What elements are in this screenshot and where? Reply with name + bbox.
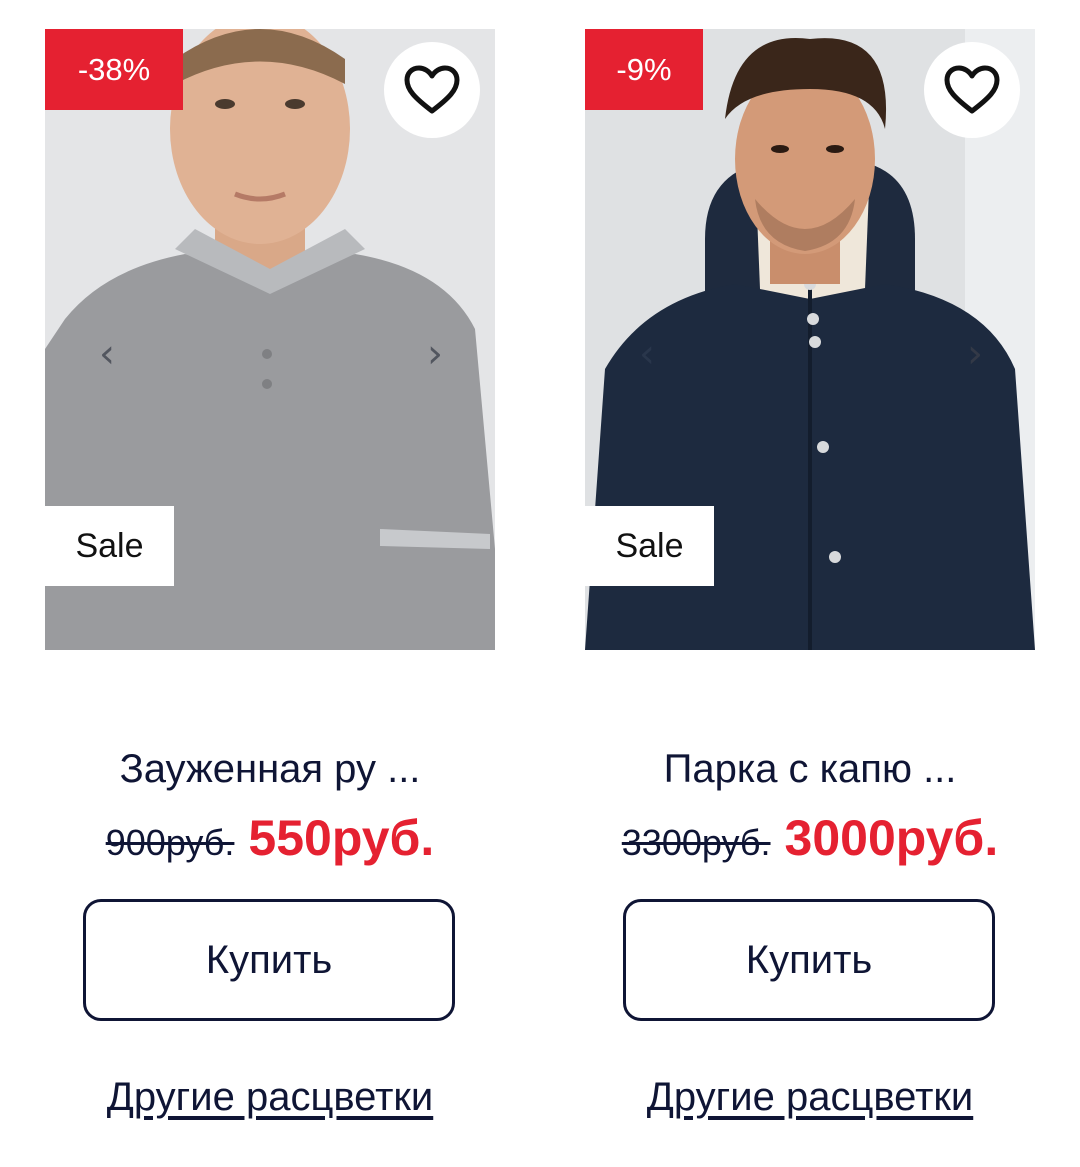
sale-label: Sale	[45, 506, 174, 586]
price-row: 900руб. 550руб.	[45, 809, 495, 867]
old-price: 3300руб.	[621, 822, 771, 863]
product-title[interactable]: Парка с капю ...	[585, 747, 1035, 792]
chevron-right-icon[interactable]: ›	[955, 329, 995, 379]
chevron-left-icon[interactable]: ‹	[627, 329, 667, 379]
discount-badge: -9%	[585, 29, 703, 110]
heart-icon	[944, 65, 1000, 114]
chevron-right-icon[interactable]: ›	[415, 329, 455, 379]
price-row: 3300руб. 3000руб.	[585, 809, 1035, 867]
product-image[interactable]: -38% ‹ › Sale	[45, 29, 495, 650]
discount-badge: -38%	[45, 29, 183, 110]
chevron-left-icon[interactable]: ‹	[87, 329, 127, 379]
other-colors-link[interactable]: Другие расцветки	[45, 1075, 495, 1120]
product-image[interactable]: -9% ‹ › Sale	[585, 29, 1035, 650]
buy-button[interactable]: Купить	[623, 899, 995, 1021]
favorite-button[interactable]	[924, 42, 1020, 138]
sale-label: Sale	[585, 506, 714, 586]
heart-icon	[404, 65, 460, 114]
product-card: -9% ‹ › Sale Парка с капю ... 3300руб. 3…	[585, 29, 1035, 1139]
favorite-button[interactable]	[384, 42, 480, 138]
new-price: 3000руб.	[784, 810, 999, 866]
old-price: 900руб.	[105, 822, 235, 863]
buy-button[interactable]: Купить	[83, 899, 455, 1021]
new-price: 550руб.	[248, 810, 435, 866]
product-title[interactable]: Зауженная ру ...	[45, 747, 495, 792]
product-card: -38% ‹ › Sale Зауженная ру ... 900руб. 5…	[45, 29, 495, 1139]
other-colors-link[interactable]: Другие расцветки	[585, 1075, 1035, 1120]
